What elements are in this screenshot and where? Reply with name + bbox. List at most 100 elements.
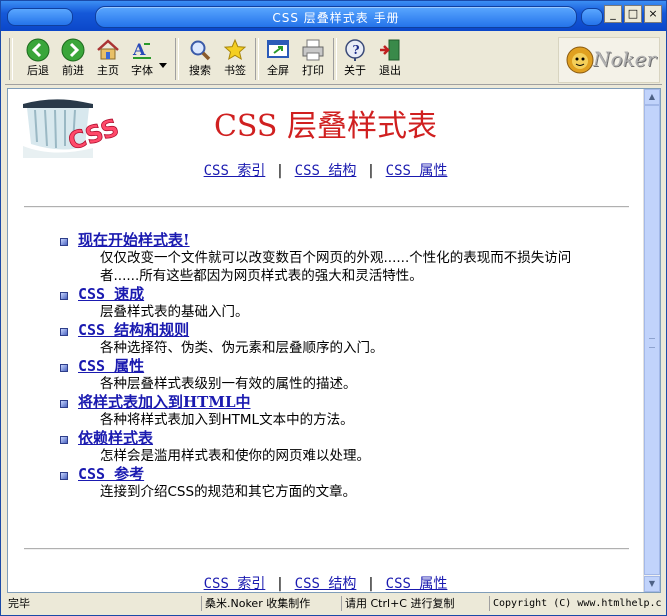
toolbar-separator xyxy=(175,38,179,80)
back-button[interactable]: 后退 xyxy=(21,38,55,82)
window-controls: _ □ × xyxy=(604,5,662,23)
bottom-nav-links: CSS 索引 | CSS 结构 | CSS 属性 xyxy=(8,573,643,592)
nav-separator: | xyxy=(275,163,285,179)
scroll-down-button[interactable]: ▼ xyxy=(644,576,660,592)
scroll-up-button[interactable]: ▲ xyxy=(644,89,660,105)
nav-separator: | xyxy=(366,576,376,592)
toc-description: 层叠样式表的基础入门。 xyxy=(100,304,249,320)
toc-description: 连接到介绍CSS的规范和其它方面的文章。 xyxy=(100,484,357,500)
search-button-label: 搜索 xyxy=(189,64,211,77)
close-button[interactable]: × xyxy=(644,5,662,23)
toc-description: 怎样会是滥用样式表和使你的网页难以处理。 xyxy=(100,448,370,464)
chevron-down-icon xyxy=(159,63,167,68)
toc-link-adding-to-html[interactable]: 将样式表加入到HTML中 xyxy=(78,393,600,411)
list-item: 将样式表加入到HTML中 各种将样式表加入到HTML文本中的方法。 xyxy=(60,393,600,429)
title-bar[interactable]: CSS 层叠样式表 手册 _ □ × xyxy=(1,1,666,31)
exit-door-icon xyxy=(380,39,400,61)
bullet-icon xyxy=(60,400,68,408)
toc-link-dependency[interactable]: 依赖样式表 xyxy=(78,429,600,447)
css-index-link[interactable]: CSS 索引 xyxy=(204,576,266,592)
toolbar: 后退 前进 主页 A 字体 搜索 书签 全屏 打印 ? 关于 退出 Noker xyxy=(5,34,662,85)
info-icon: ? xyxy=(345,39,365,61)
forward-button-label: 前进 xyxy=(62,64,84,77)
top-nav-links: CSS 索引 | CSS 结构 | CSS 属性 xyxy=(8,160,643,180)
fullscreen-button-label: 全屏 xyxy=(267,64,289,77)
css-waterfall-logo: CSS xyxy=(23,96,127,158)
logo-text: Noker xyxy=(593,47,657,71)
list-item: CSS 结构和规则 各种选择符、伪类、伪元素和层叠顺序的入门。 xyxy=(60,321,600,357)
css-properties-link[interactable]: CSS 属性 xyxy=(386,576,448,592)
css-index-link[interactable]: CSS 索引 xyxy=(204,163,266,179)
home-button[interactable]: 主页 xyxy=(91,38,125,82)
status-bar: 完毕 桑米.Noker 收集制作 请用 Ctrl+C 进行复制 Copyrigh… xyxy=(5,595,662,612)
css-properties-link[interactable]: CSS 属性 xyxy=(386,163,448,179)
status-copy-hint: 请用 Ctrl+C 进行复制 xyxy=(341,596,489,611)
fullscreen-icon xyxy=(267,40,289,58)
search-icon xyxy=(190,40,211,61)
font-button-label: 字体 xyxy=(131,64,153,77)
about-button[interactable]: ? 关于 xyxy=(338,38,372,82)
divider xyxy=(24,206,629,208)
status-copyright: Copyright (C) www.htmlhelp.c xyxy=(489,596,662,611)
toc-link-structure-rules[interactable]: CSS 结构和规则 xyxy=(78,321,600,339)
status-text: 完毕 xyxy=(8,597,30,610)
fullscreen-button[interactable]: 全屏 xyxy=(261,38,295,82)
print-button[interactable]: 打印 xyxy=(296,38,330,82)
back-arrow-icon xyxy=(26,38,50,62)
divider xyxy=(24,548,629,550)
lion-mascot-icon xyxy=(566,46,594,74)
help-page: CSS CSS 层叠样式表 CSS 索引 | CSS 结构 | CSS 属性 现… xyxy=(8,89,643,592)
svg-text:?: ? xyxy=(353,43,360,57)
bullet-icon xyxy=(60,472,68,480)
exit-button-label: 退出 xyxy=(379,64,401,77)
forward-arrow-icon xyxy=(61,38,85,62)
star-icon xyxy=(223,38,247,61)
toc-link-getting-started[interactable]: 现在开始样式表! xyxy=(78,231,600,249)
list-item: 现在开始样式表! 仅仅改变一个文件就可以改变数百个网页的外观......个性化的… xyxy=(60,231,600,285)
bullet-icon xyxy=(60,238,68,246)
search-button[interactable]: 搜索 xyxy=(183,38,217,82)
toc-link-crash-course[interactable]: CSS 速成 xyxy=(78,285,600,303)
about-button-label: 关于 xyxy=(344,64,366,77)
forward-button[interactable]: 前进 xyxy=(56,38,90,82)
minimize-button[interactable]: _ xyxy=(604,5,622,23)
toolbar-separator xyxy=(255,38,259,80)
list-item: CSS 参考 连接到介绍CSS的规范和其它方面的文章。 xyxy=(60,465,600,501)
toc-description: 各种选择符、伪类、伪元素和层叠顺序的入门。 xyxy=(100,340,384,356)
app-window: CSS 层叠样式表 手册 _ □ × 后退 前进 主页 A 字体 搜索 书签 全… xyxy=(0,0,667,616)
contents-list: 现在开始样式表! 仅仅改变一个文件就可以改变数百个网页的外观......个性化的… xyxy=(60,231,600,501)
list-item: 依赖样式表 怎样会是滥用样式表和使你的网页难以处理。 xyxy=(60,429,600,465)
scrollbar-thumb[interactable] xyxy=(644,105,660,575)
title-bar-left-decoration xyxy=(7,8,73,26)
title-bar-right-decoration xyxy=(581,8,603,26)
print-button-label: 打印 xyxy=(302,64,324,77)
maximize-button[interactable]: □ xyxy=(624,5,642,23)
nav-separator: | xyxy=(366,163,376,179)
css-structure-link[interactable]: CSS 结构 xyxy=(295,576,357,592)
home-icon xyxy=(97,39,119,60)
vertical-scrollbar[interactable]: ▲ ▼ xyxy=(643,89,660,592)
bullet-icon xyxy=(60,436,68,444)
bullet-icon xyxy=(60,292,68,300)
font-button[interactable]: A 字体 xyxy=(125,38,159,82)
back-button-label: 后退 xyxy=(27,64,49,77)
scrollbar-grip-icon xyxy=(649,338,655,348)
window-title: CSS 层叠样式表 手册 xyxy=(272,11,400,25)
css-structure-link[interactable]: CSS 结构 xyxy=(295,163,357,179)
bookmark-button[interactable]: 书签 xyxy=(218,38,252,82)
nav-separator: | xyxy=(275,576,285,592)
list-item: CSS 属性 各种层叠样式表级别一有效的属性的描述。 xyxy=(60,357,600,393)
exit-button[interactable]: 退出 xyxy=(373,38,407,82)
content-frame: CSS CSS 层叠样式表 CSS 索引 | CSS 结构 | CSS 属性 现… xyxy=(7,88,661,593)
noker-logo: Noker xyxy=(558,37,660,83)
bookmark-button-label: 书签 xyxy=(224,64,246,77)
font-icon: A xyxy=(132,40,151,59)
toc-link-properties[interactable]: CSS 属性 xyxy=(78,357,600,375)
status-collector: 桑米.Noker 收集制作 xyxy=(201,596,341,611)
svg-text:A: A xyxy=(132,40,146,59)
toc-link-reference[interactable]: CSS 参考 xyxy=(78,465,600,483)
toc-description: 各种层叠样式表级别一有效的属性的描述。 xyxy=(100,376,357,392)
toolbar-grip xyxy=(9,38,13,80)
bullet-icon xyxy=(60,328,68,336)
toc-description: 仅仅改变一个文件就可以改变数百个网页的外观......个性化的表现而不损失访问者… xyxy=(100,250,572,284)
